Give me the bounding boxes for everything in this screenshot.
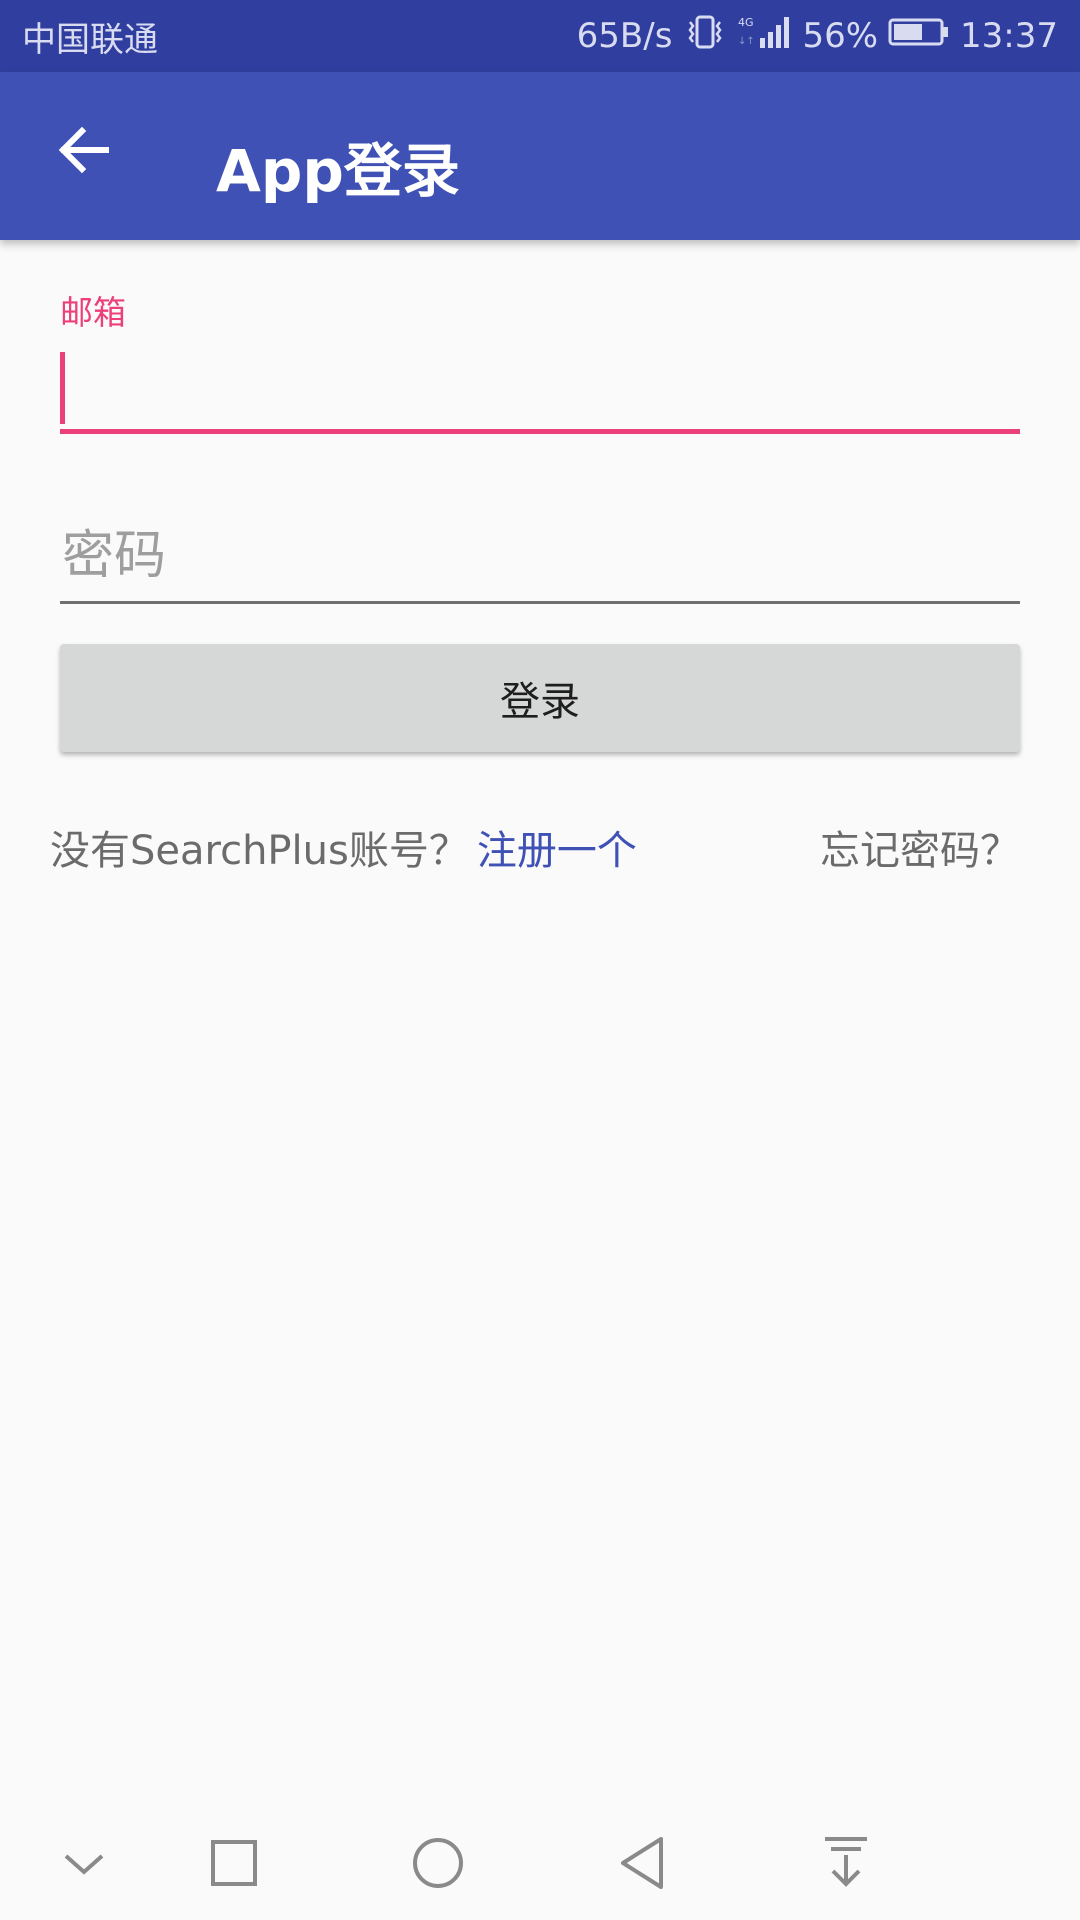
system-nav-bar (0, 1800, 1080, 1920)
email-label: 邮箱 (60, 293, 126, 332)
text-cursor (60, 352, 65, 424)
no-account-text: 没有SearchPlus账号？ (50, 828, 469, 874)
hide-nav-button[interactable] (44, 1830, 124, 1900)
email-field[interactable] (60, 344, 1020, 434)
carrier-name: 中国联通 (22, 19, 158, 60)
svg-text:4G: 4G (738, 16, 754, 29)
svg-text:↓↑: ↓↑ (738, 36, 755, 47)
recent-apps-button[interactable] (194, 1830, 274, 1900)
notification-pull-button[interactable] (806, 1830, 886, 1900)
battery-percent: 56% (802, 16, 879, 56)
login-button[interactable]: 登录 (60, 644, 1020, 752)
register-link[interactable]: 注册一个 (477, 828, 637, 874)
status-indicators: 65B/s 4G ↓↑ 56% 13:37 (577, 14, 1058, 59)
signal-4g-icon: 4G ↓↑ (738, 14, 792, 59)
system-back-button[interactable] (602, 1830, 682, 1900)
clock: 13:37 (960, 16, 1058, 56)
notification-pull-icon (821, 1835, 871, 1895)
no-account-prompt: 没有SearchPlus账号？ 注册一个 (50, 818, 637, 876)
network-speed: 65B/s (576, 16, 673, 56)
account-links: 没有SearchPlus账号？ 注册一个 忘记密码？ (50, 808, 1020, 874)
arrow-left-icon (56, 125, 112, 179)
status-bar: 中国联通 65B/s 4G ↓↑ 56% 13:37 (0, 0, 1080, 72)
home-icon (410, 1835, 466, 1895)
chevron-down-icon (62, 1848, 106, 1882)
back-icon (617, 1835, 667, 1895)
password-field[interactable] (60, 510, 1020, 604)
home-button[interactable] (398, 1830, 478, 1900)
page-title: App登录 (216, 137, 460, 205)
back-button[interactable] (44, 112, 124, 192)
recent-apps-icon (209, 1838, 259, 1892)
battery-icon (888, 16, 950, 57)
app-bar: App登录 (0, 72, 1080, 240)
forgot-password-link[interactable]: 忘记密码？ (820, 818, 1020, 876)
vibrate-icon (682, 14, 728, 59)
